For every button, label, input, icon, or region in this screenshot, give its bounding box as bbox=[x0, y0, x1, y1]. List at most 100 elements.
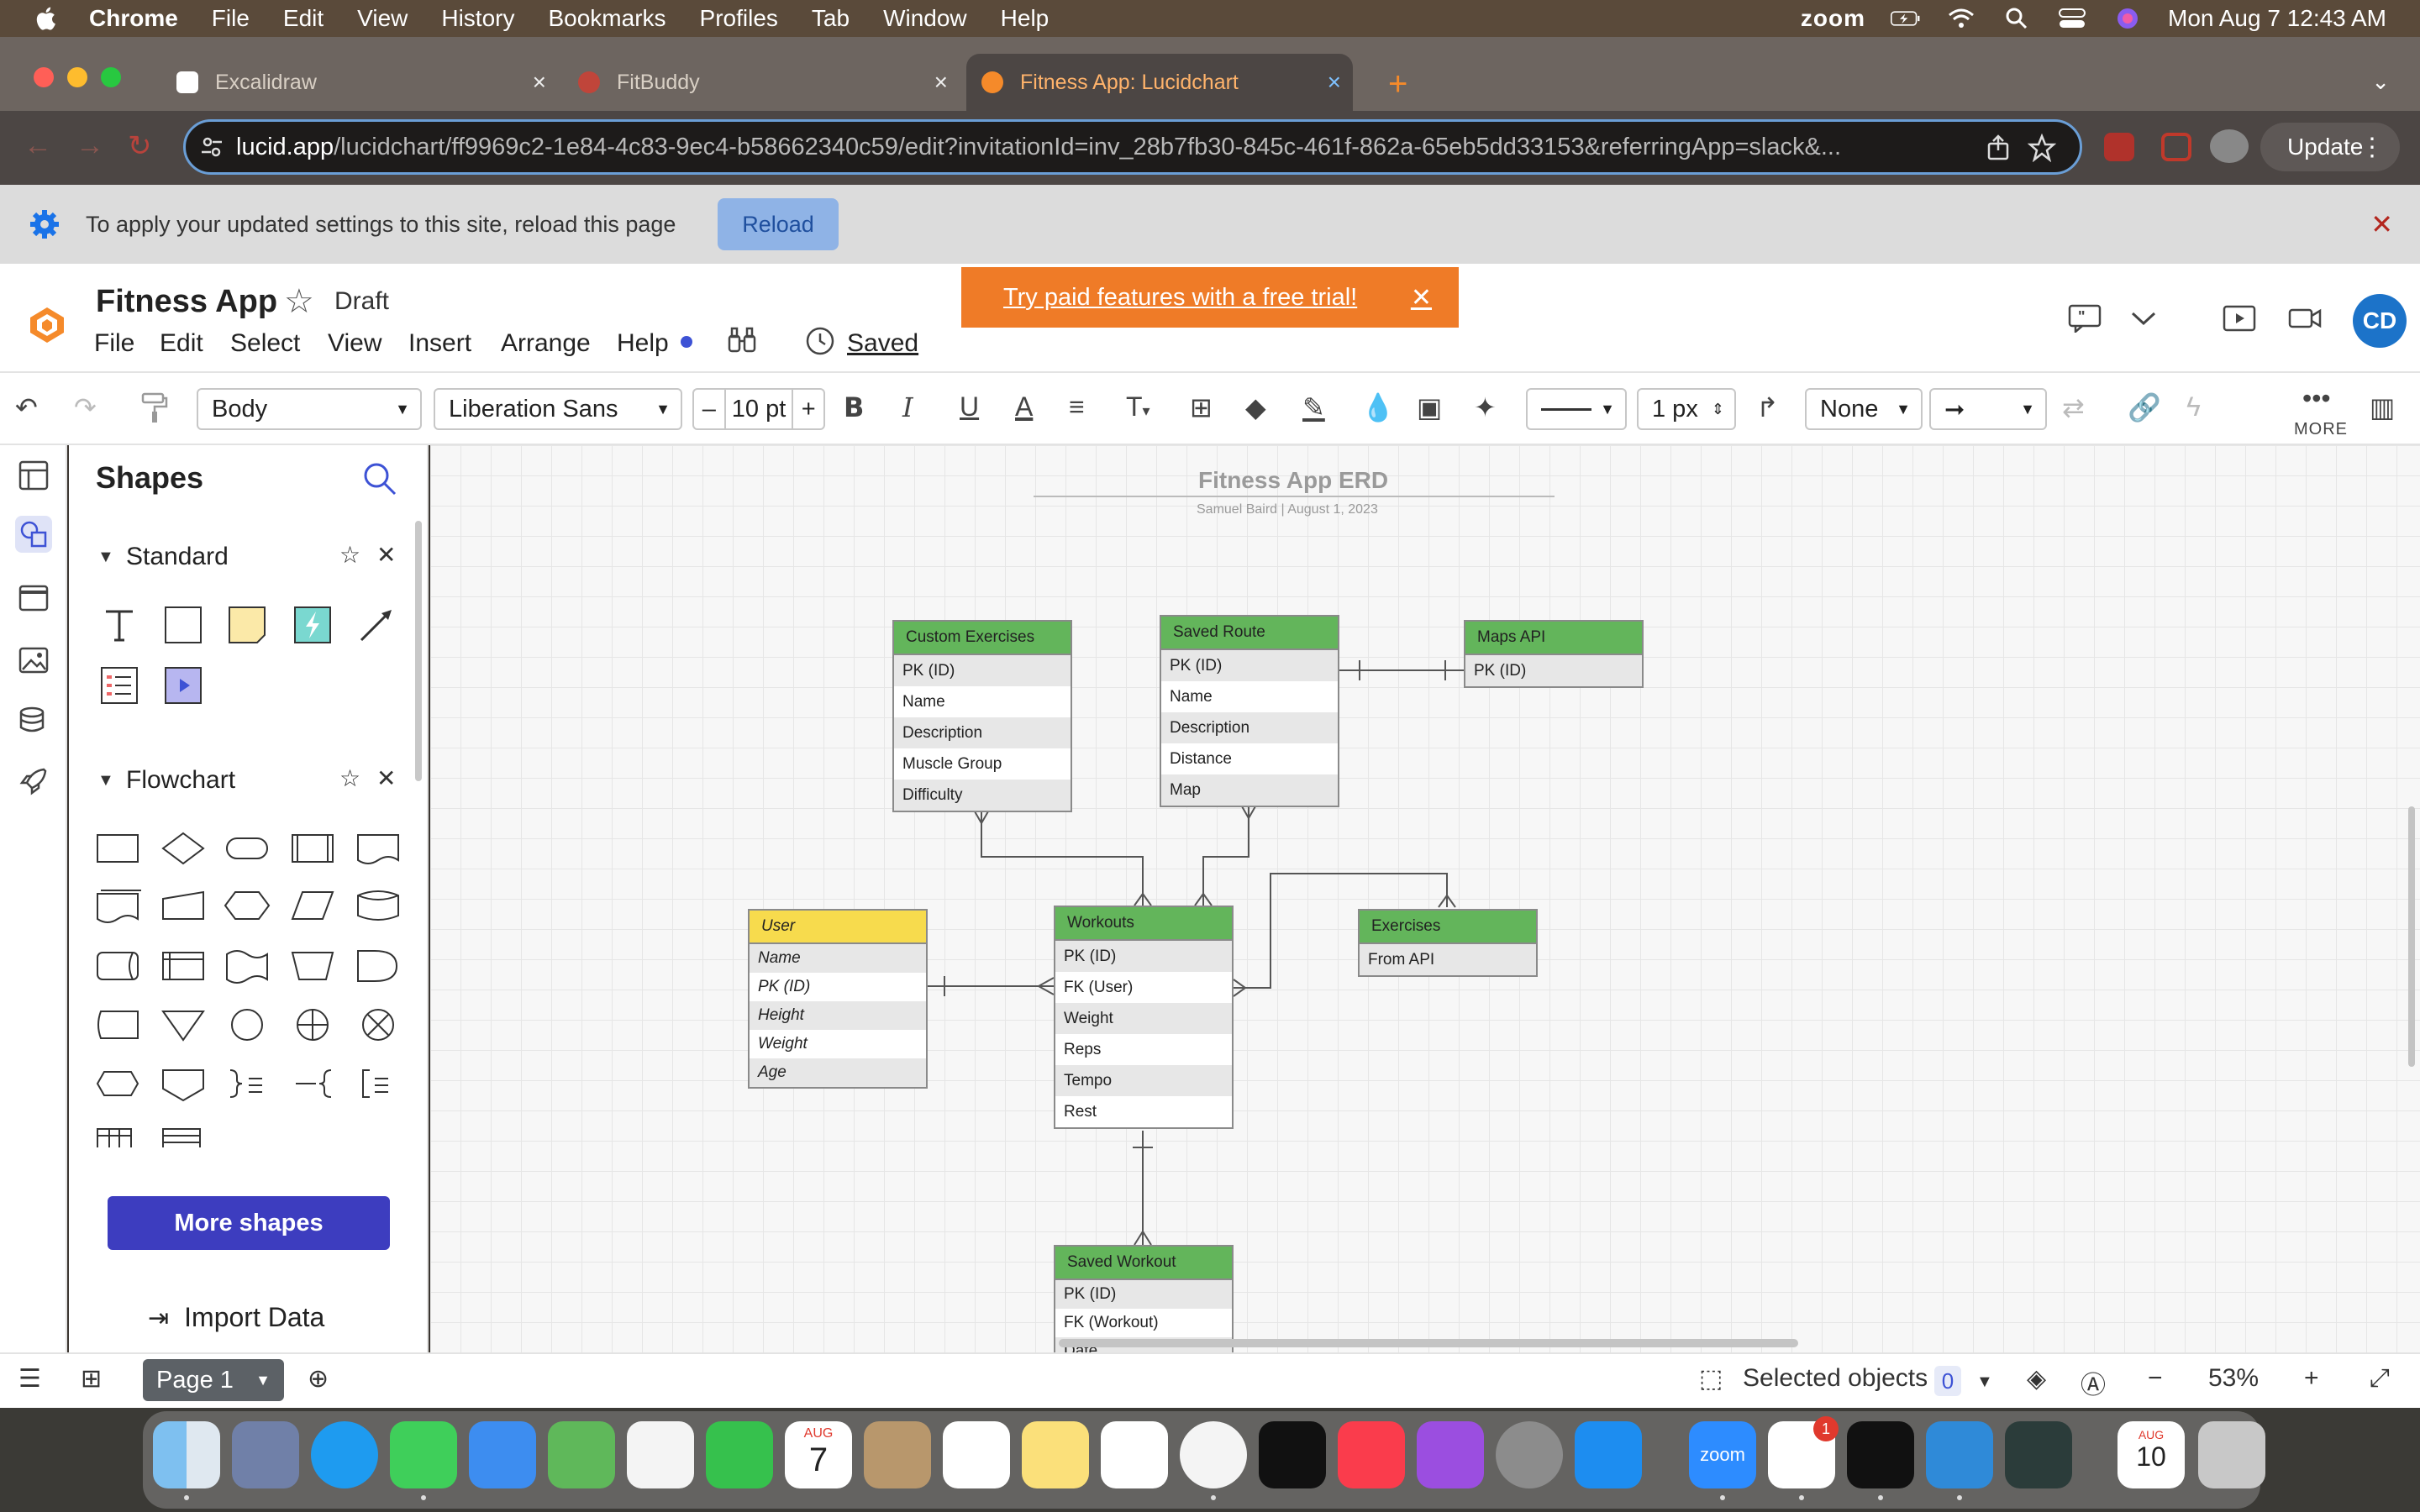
undo-icon[interactable]: ↶ bbox=[15, 391, 38, 423]
entity-user[interactable]: User Name PK (ID) Height Weight Age bbox=[748, 909, 928, 1089]
calendar-stack-icon[interactable]: AUG 10 bbox=[2118, 1421, 2185, 1488]
lucid-logo-icon[interactable] bbox=[29, 306, 66, 344]
data-icon[interactable] bbox=[15, 702, 52, 739]
rectangle-shape-icon[interactable] bbox=[163, 605, 203, 645]
reminders-icon[interactable] bbox=[943, 1421, 1010, 1488]
binoculars-icon[interactable] bbox=[726, 324, 758, 356]
present-icon[interactable] bbox=[2222, 304, 2257, 333]
menu-profiles[interactable]: Profiles bbox=[700, 5, 778, 32]
fill-color-icon[interactable]: ◆ bbox=[1245, 391, 1266, 423]
page-tab[interactable]: Page 1 ▼ bbox=[143, 1359, 284, 1401]
list-shape-icon[interactable] bbox=[99, 665, 139, 706]
canvas-horizontal-scrollbar[interactable] bbox=[1059, 1339, 1798, 1347]
podcasts-icon[interactable] bbox=[1417, 1421, 1484, 1488]
lucid-menu-insert[interactable]: Insert bbox=[408, 329, 471, 358]
forward-arrow-icon[interactable]: → bbox=[76, 129, 104, 162]
text-style-select[interactable]: Body ▼ bbox=[197, 388, 422, 430]
spotlight-search-icon[interactable] bbox=[2002, 7, 2032, 30]
gitkraken-icon[interactable] bbox=[2005, 1421, 2072, 1488]
maps-icon[interactable] bbox=[548, 1421, 615, 1488]
freeform-icon[interactable] bbox=[1101, 1421, 1168, 1488]
font-size-stepper[interactable]: – 10 pt + bbox=[692, 388, 825, 430]
select-cursor-icon[interactable]: ⬚ bbox=[1699, 1364, 1723, 1394]
action-bolt-icon[interactable]: ϟ bbox=[2186, 391, 2201, 423]
zoom-out-icon[interactable]: − bbox=[2148, 1364, 2163, 1393]
window-close-button[interactable] bbox=[34, 67, 54, 87]
window-zoom-button[interactable] bbox=[101, 67, 121, 87]
arrow-start-select[interactable]: None ▼ bbox=[1805, 388, 1923, 430]
lucid-menu-view[interactable]: View bbox=[328, 329, 381, 358]
vscode-icon[interactable] bbox=[1926, 1421, 1993, 1488]
saved-status-link[interactable]: Saved bbox=[847, 329, 918, 358]
import-data-button[interactable]: ⇥ Import Data bbox=[148, 1302, 324, 1333]
trial-close-icon[interactable]: ✕ bbox=[1411, 283, 1432, 312]
video-call-icon[interactable] bbox=[2287, 304, 2323, 333]
redo-icon[interactable]: ↷ bbox=[74, 391, 97, 423]
italic-icon[interactable]: I bbox=[902, 391, 913, 423]
image-icon[interactable] bbox=[15, 642, 52, 679]
battery-icon[interactable] bbox=[1891, 7, 1921, 30]
diagram-title[interactable]: Fitness App ERD bbox=[1198, 467, 1388, 494]
more-label[interactable]: MORE bbox=[2294, 420, 2348, 439]
finder-icon[interactable] bbox=[153, 1421, 220, 1488]
lucid-menu-help[interactable]: Help bbox=[617, 329, 669, 358]
bold-icon[interactable]: B bbox=[844, 391, 864, 423]
link-icon[interactable]: 🔗 bbox=[2128, 391, 2161, 423]
trash-icon[interactable] bbox=[2198, 1421, 2265, 1488]
section-close-icon[interactable]: ✕ bbox=[376, 541, 396, 569]
selected-objects-label[interactable]: Selected objects bbox=[1743, 1364, 1928, 1393]
tab-excalidraw[interactable]: Excalidraw × bbox=[176, 54, 546, 111]
section-star-icon[interactable]: ☆ bbox=[339, 541, 360, 569]
profile-avatar[interactable] bbox=[2210, 129, 2249, 163]
tab-close-icon[interactable]: × bbox=[1328, 69, 1341, 96]
font-family-select[interactable]: Liberation Sans ▼ bbox=[434, 388, 682, 430]
shape-options-icon[interactable]: ⊞ bbox=[1190, 391, 1213, 423]
mail-icon[interactable] bbox=[469, 1421, 536, 1488]
more-dots-icon[interactable]: ••• bbox=[2302, 383, 2331, 414]
text-color-icon[interactable]: A bbox=[1015, 391, 1033, 423]
bookmark-star-icon[interactable] bbox=[2028, 134, 2056, 162]
fullscreen-icon[interactable]: ⤢ bbox=[2370, 1364, 2390, 1393]
entity-saved-route[interactable]: Saved Route PK (ID) Name Description Dis… bbox=[1160, 615, 1339, 807]
rocket-icon[interactable] bbox=[15, 763, 52, 800]
infobar-close-icon[interactable]: ✕ bbox=[2370, 208, 2393, 240]
facetime-icon[interactable] bbox=[706, 1421, 773, 1488]
search-icon[interactable] bbox=[361, 460, 398, 497]
menu-edit[interactable]: Edit bbox=[283, 5, 324, 32]
menu-tab[interactable]: Tab bbox=[812, 5, 850, 32]
apple-tv-icon[interactable] bbox=[1259, 1421, 1326, 1488]
arrow-line-icon[interactable] bbox=[356, 605, 397, 645]
contacts-icon[interactable] bbox=[864, 1421, 931, 1488]
clock-icon[interactable] bbox=[805, 326, 835, 356]
pages-icon[interactable] bbox=[15, 457, 52, 494]
menu-history[interactable]: History bbox=[441, 5, 514, 32]
menu-file[interactable]: File bbox=[212, 5, 250, 32]
reload-icon[interactable]: ↻ bbox=[128, 129, 152, 163]
extension-icon[interactable] bbox=[2161, 133, 2191, 161]
favorite-star-icon[interactable]: ☆ bbox=[284, 282, 314, 321]
add-page-icon[interactable]: ⊕ bbox=[308, 1364, 329, 1394]
extension-puzzle-icon[interactable] bbox=[2104, 133, 2134, 161]
new-tab-button[interactable]: + bbox=[1388, 66, 1407, 103]
lucid-menu-arrange[interactable]: Arrange bbox=[501, 329, 591, 358]
magic-wand-icon[interactable]: ✦ bbox=[1474, 391, 1497, 423]
action-shape-icon[interactable] bbox=[292, 605, 333, 645]
trial-link[interactable]: Try paid features with a free trial! bbox=[1003, 284, 1357, 312]
selected-dropdown-icon[interactable]: ▼ bbox=[1976, 1373, 1993, 1392]
frame-icon[interactable] bbox=[15, 580, 52, 617]
sticky-note-icon[interactable] bbox=[227, 605, 267, 645]
theme-icon[interactable]: ▣ bbox=[1417, 391, 1442, 423]
music-icon[interactable] bbox=[1338, 1421, 1405, 1488]
page-list-icon[interactable]: ☰ bbox=[18, 1364, 41, 1394]
lucid-menu-select[interactable]: Select bbox=[230, 329, 300, 358]
line-color-icon[interactable]: ✎ bbox=[1302, 391, 1325, 423]
collapse-triangle-icon[interactable]: ▼ bbox=[97, 771, 114, 790]
menu-view[interactable]: View bbox=[357, 5, 408, 32]
entity-saved-workout[interactable]: Saved Workout PK (ID) FK (Workout) Date bbox=[1054, 1245, 1234, 1352]
entity-exercises[interactable]: Exercises From API bbox=[1358, 909, 1538, 977]
tab-close-icon[interactable]: × bbox=[533, 69, 546, 96]
diagram-canvas[interactable] bbox=[430, 445, 2420, 1352]
more-shapes-button[interactable]: More shapes bbox=[108, 1196, 390, 1250]
safari-icon[interactable] bbox=[311, 1421, 378, 1488]
standard-section-title[interactable]: Standard bbox=[126, 543, 229, 571]
